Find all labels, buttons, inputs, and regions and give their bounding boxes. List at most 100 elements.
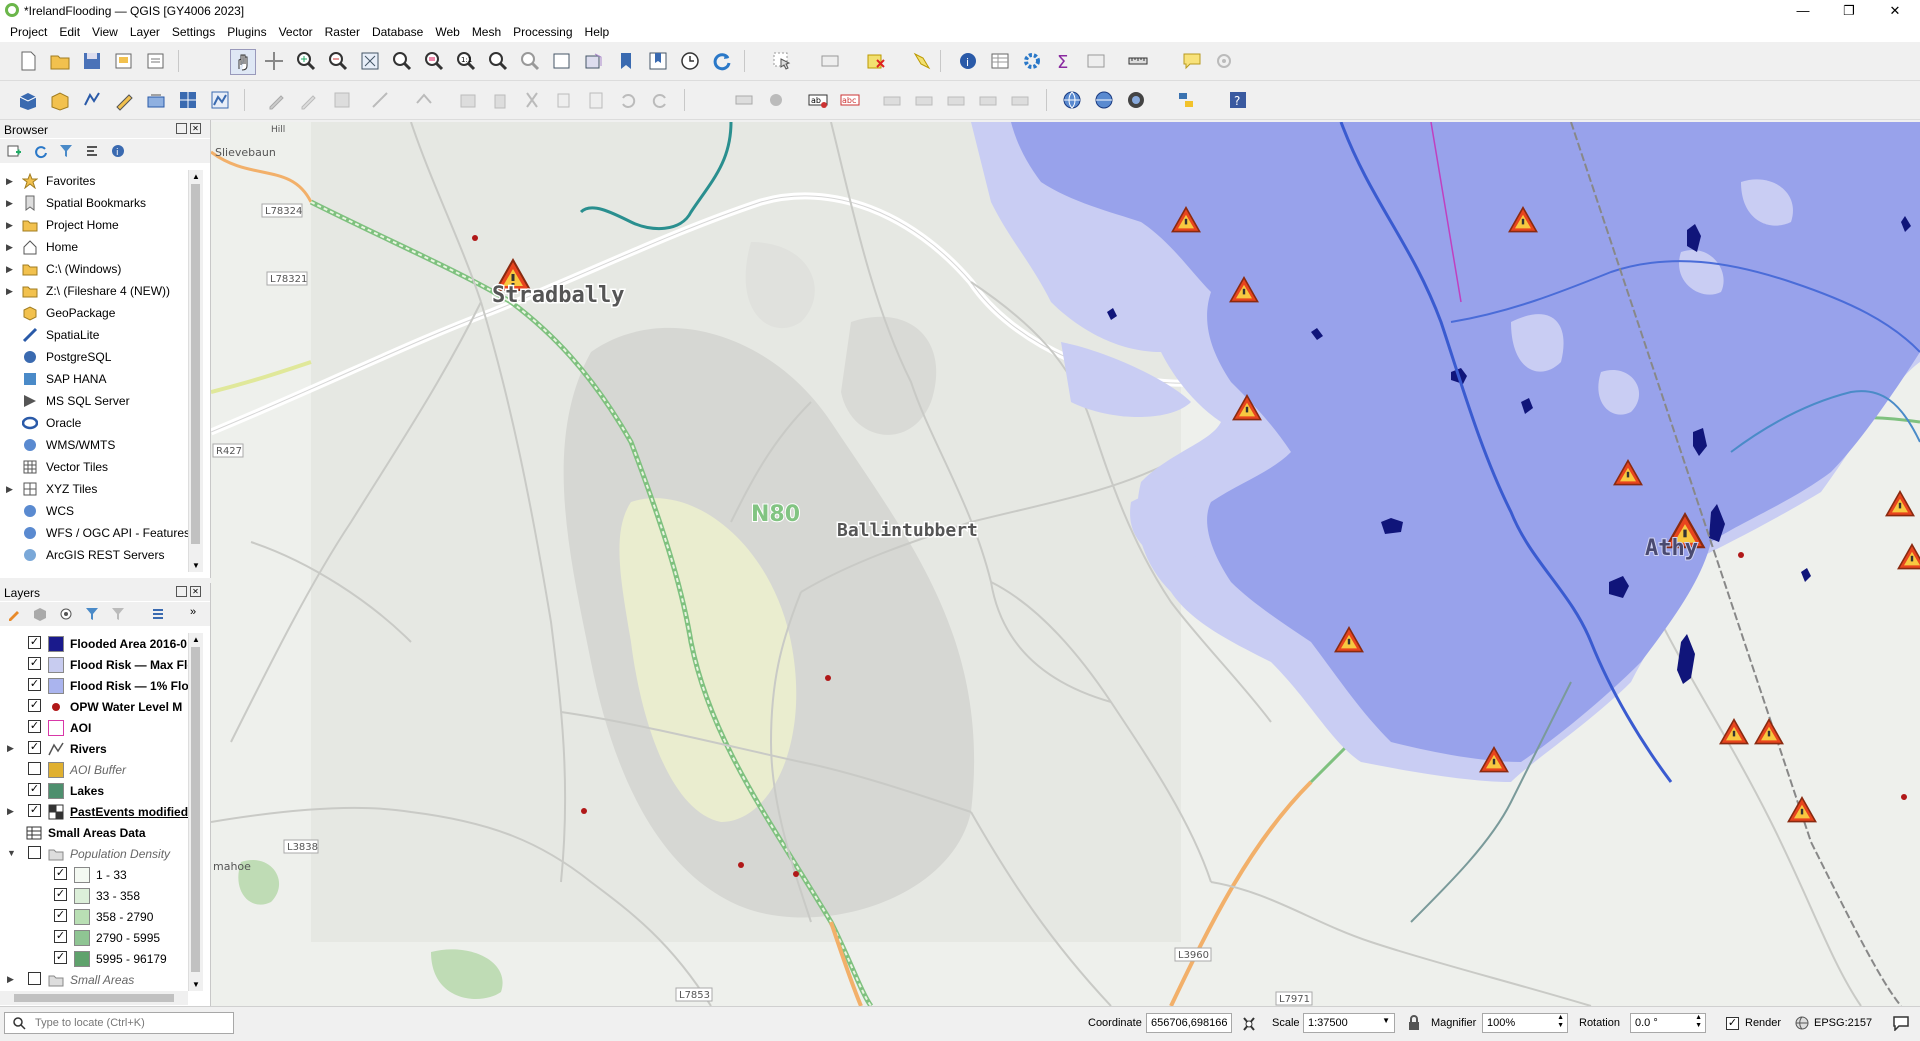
expand-arrow-icon[interactable]: ▶ [6,242,13,253]
expand-arrow-icon[interactable]: ▶ [6,286,13,297]
scale-dropdown-icon[interactable]: ▼ [1382,1016,1390,1025]
browser-item-project-home[interactable]: ▶ Project Home [0,214,188,236]
rotation-spinbox[interactable]: 0.0 ° ▲ ▼ [1630,1013,1706,1033]
show-labels-icon[interactable] [912,88,936,112]
layer-row-small-areas[interactable]: ▶ Small Areas [0,969,188,990]
layers-scroll-thumb[interactable] [191,647,200,972]
open-project-icon[interactable] [48,49,72,73]
layer-visibility-checkbox[interactable]: ✓ [28,657,41,670]
zoom-to-layer-icon[interactable] [422,49,446,73]
close-panel-icon[interactable]: ✕ [190,123,201,134]
modify-attributes-icon[interactable] [456,88,480,112]
map-canvas[interactable]: Stradbally Ballintubbert Athy N80 Slieve… [211,122,1920,1006]
layer-visibility-checkbox[interactable]: ✓ [54,909,67,922]
locator-search-input[interactable]: Type to locate (Ctrl+K) [4,1012,234,1034]
menu-settings[interactable]: Settings [166,22,221,39]
layer-row-rivers[interactable]: ▶ ✓ Rivers [0,738,188,759]
filter-browser-icon[interactable] [58,143,74,159]
browser-item-z-fileshare-4-new[interactable]: ▶ Z:\ (Fileshare 4 (NEW)) [0,280,188,302]
menu-edit[interactable]: Edit [53,22,86,39]
new-bookmark-icon[interactable] [614,49,638,73]
layer-visibility-checkbox[interactable]: ✓ [54,867,67,880]
data-source-manager-icon[interactable] [16,88,40,112]
properties-info-icon[interactable]: i [110,143,126,159]
browser-item-spatial-bookmarks[interactable]: ▶ Spatial Bookmarks [0,192,188,214]
scroll-up-icon[interactable]: ▲ [192,172,200,181]
menu-vector[interactable]: Vector [273,22,319,39]
menu-processing[interactable]: Processing [507,22,578,39]
save-edits-icon[interactable] [296,88,320,112]
new-print-layout-icon[interactable] [112,49,136,73]
layers-scroll-down-icon[interactable]: ▼ [192,980,200,989]
layer-visibility-checkbox[interactable]: ✓ [28,636,41,649]
browser-item-xyz-tiles[interactable]: ▶ XYZ Tiles [0,478,188,500]
browser-item-wcs[interactable]: WCS [0,500,188,522]
new-shapefile-layer-icon[interactable] [80,88,104,112]
crs-button[interactable]: EPSG:2157 [1814,1017,1872,1029]
change-label-icon[interactable] [1008,88,1032,112]
layers-scrollbar[interactable]: ▲ ▼ [188,633,203,991]
layers-hscroll-thumb[interactable] [14,994,174,1002]
copy-features-icon[interactable] [552,88,576,112]
expand-arrow-icon[interactable]: ▶ [6,220,13,231]
refresh-browser-icon[interactable] [32,143,48,159]
layer-row-33-358[interactable]: ✓ 33 - 358 [0,885,188,906]
new-virtual-layer-icon[interactable] [144,88,168,112]
select-by-location-icon[interactable] [910,49,934,73]
layers-hscrollbar[interactable] [0,991,188,1005]
zoom-last-icon[interactable] [486,49,510,73]
close-button[interactable]: ✕ [1872,0,1918,22]
scroll-down-icon[interactable]: ▼ [192,561,200,570]
expand-arrow-icon[interactable]: ▶ [6,198,13,209]
magnifier-spinbox[interactable]: 100% ▲ ▼ [1482,1013,1568,1033]
layer-row-1-33[interactable]: ✓ 1 - 33 [0,864,188,885]
layer-labeling-icon[interactable]: ab [806,88,830,112]
identify-features-icon[interactable]: i [956,49,980,73]
layer-visibility-checkbox[interactable] [28,972,41,985]
new-map-view-icon[interactable] [550,49,574,73]
coordinate-field[interactable]: 656706,698166 [1146,1013,1232,1033]
new-3d-map-view-icon[interactable] [582,49,606,73]
browser-item-wms-wmts[interactable]: WMS/WMTS [0,434,188,456]
browser-item-vector-tiles[interactable]: Vector Tiles [0,456,188,478]
lock-scale-icon[interactable] [1407,1015,1421,1031]
measure-line-icon[interactable] [1126,49,1150,73]
browser-item-sap-hana[interactable]: SAP HANA [0,368,188,390]
filter-by-expression-icon[interactable] [110,606,126,622]
layer-row-pastevents-modified[interactable]: ▶ ✓ PastEvents modified [0,801,188,822]
layer-row-opw-water-level-m[interactable]: ✓ OPW Water Level M [0,696,188,717]
layer-visibility-checkbox[interactable]: ✓ [54,888,67,901]
menu-layer[interactable]: Layer [124,22,166,39]
layer-row-lakes[interactable]: ✓ Lakes [0,780,188,801]
magnifier-spin-icon[interactable]: ▲ ▼ [1557,1014,1564,1030]
crs-globe-icon[interactable] [1794,1016,1810,1030]
browser-item-wfs-ogc-api-features[interactable]: WFS / OGC API - Features [0,522,188,544]
browser-item-postgresql[interactable]: PostgreSQL [0,346,188,368]
help-contents-icon[interactable]: ? [1226,88,1250,112]
layer-visibility-checkbox[interactable]: ✓ [28,783,41,796]
layers-scroll-up-icon[interactable]: ▲ [192,635,200,644]
paste-features-icon[interactable] [584,88,608,112]
layer-visibility-checkbox[interactable] [28,762,41,775]
layer-visibility-checkbox[interactable]: ✓ [28,741,41,754]
float-layers-icon[interactable] [176,586,187,597]
add-wcs-layer-icon[interactable] [1124,88,1148,112]
layer-visibility-checkbox[interactable]: ✓ [28,699,41,712]
layer-row-aoi[interactable]: ✓ AOI [0,717,188,738]
expand-arrow-icon[interactable]: ▶ [6,264,13,275]
python-console-icon[interactable] [1174,88,1198,112]
expand-arrow-icon[interactable]: ▶ [6,176,13,187]
toggle-extents-icon[interactable] [1240,1015,1258,1033]
menu-view[interactable]: View [86,22,124,39]
refresh-icon[interactable] [710,49,734,73]
pan-to-selection-icon[interactable] [262,49,286,73]
browser-scroll-thumb[interactable] [191,184,200,544]
layer-visibility-checkbox[interactable]: ✓ [28,678,41,691]
statistical-summary-icon[interactable]: Σ [1052,49,1076,73]
collapse-all-icon[interactable] [84,143,100,159]
browser-item-arcgis-rest-servers[interactable]: ArcGIS REST Servers [0,544,188,566]
browser-item-ms-sql-server[interactable]: MS SQL Server [0,390,188,412]
save-project-icon[interactable] [80,49,104,73]
browser-item-c-windows[interactable]: ▶ C:\ (Windows) [0,258,188,280]
zoom-native-icon[interactable]: 1:1 [454,49,478,73]
